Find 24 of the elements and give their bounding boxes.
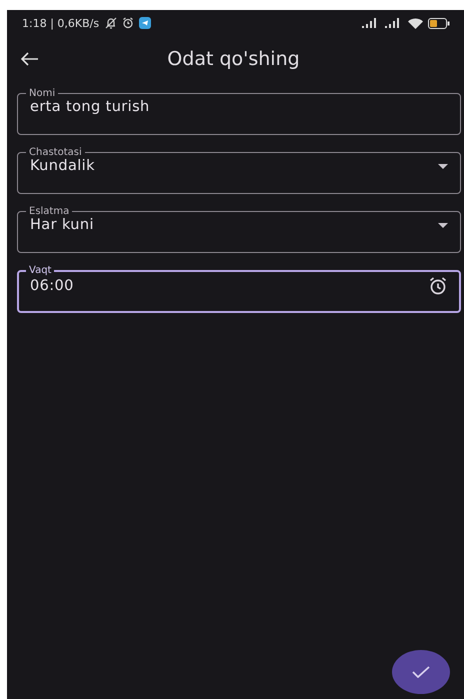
status-text: 1:18 | 0,6KB/s [22, 16, 100, 30]
alarm-clock-icon[interactable] [428, 276, 448, 296]
alarm-clock-icon [122, 17, 134, 29]
screen-title: Odat qo'shing [166, 48, 301, 70]
field-label: Vaqt [28, 265, 52, 276]
dropdown-arrow-icon[interactable] [438, 222, 448, 228]
muted-bell-icon [105, 17, 118, 29]
checkmark-icon [412, 666, 430, 678]
time-field[interactable]: Vaqt 06:00 [17, 265, 461, 313]
input-field[interactable]: Nomi erta tong turish [17, 88, 461, 135]
field-label: Chastotasi [28, 147, 83, 158]
field-value: Har kuni [30, 217, 95, 233]
wifi-icon [408, 18, 423, 28]
telegram-icon [139, 17, 152, 29]
field-value: 06:00 [30, 278, 75, 294]
dropdown-field[interactable]: Eslatma Har kuni [17, 206, 461, 253]
back-arrow-icon [21, 52, 39, 66]
field-label: Eslatma [28, 206, 70, 217]
dropdown-field[interactable]: Chastotasi Kundalik [17, 147, 461, 194]
field-value: Kundalik [30, 158, 96, 174]
field-value: erta tong turish [30, 99, 151, 115]
dropdown-arrow-icon[interactable] [438, 164, 448, 168]
field-label: Nomi [28, 88, 56, 99]
battery-icon [428, 18, 450, 28]
